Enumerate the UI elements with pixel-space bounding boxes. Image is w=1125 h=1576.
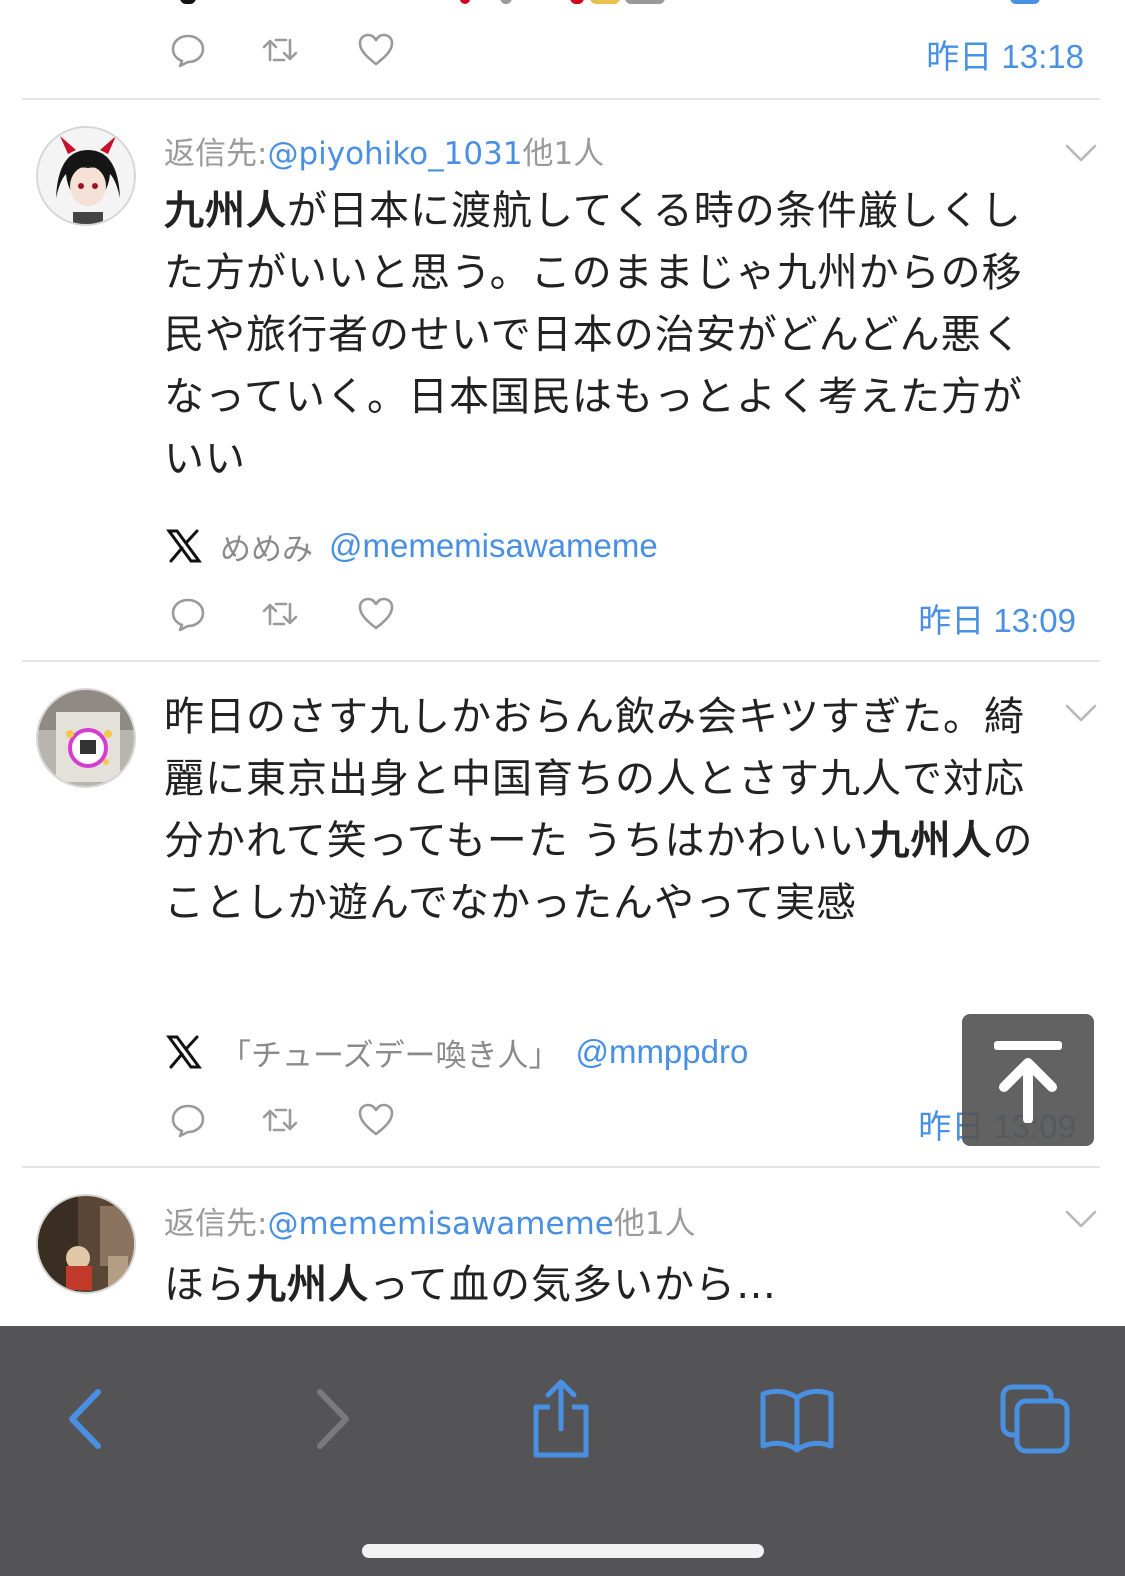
reply-to-line: 返信先:@piyohiko_1031他1人	[164, 128, 604, 173]
divider	[22, 1166, 1100, 1168]
tweet-source: めめみ @mememisawameme	[166, 524, 658, 568]
back-button[interactable]	[42, 1374, 132, 1464]
tweet-text: ほら九州人って血の気多いから…	[164, 1254, 1034, 1316]
source-display-name: 「チューズデー喚き人」	[220, 1037, 560, 1074]
tweet-source: 「チューズデー喚き人」 @mmppdro	[166, 1030, 748, 1074]
share-icon	[533, 1379, 589, 1458]
tweet-body: が日本に渡航してくる時の条件厳しくした方がいいと思う。このままじゃ九州からの移民…	[164, 188, 1023, 482]
avatar[interactable]	[36, 126, 136, 226]
tweet-text: 九州人が日本に渡航してくる時の条件厳しくした方がいいと思う。このままじゃ九州から…	[164, 180, 1034, 490]
tweet-timestamp[interactable]: 昨日 13:18	[926, 30, 1084, 78]
heart-icon[interactable]	[354, 592, 398, 636]
highlighted-keyword: 九州人	[164, 188, 287, 234]
tweet-text: 昨日のさす九しかおらん飲み会キツすぎた。綺麗に東京出身と中国育ちの人とさす九人で…	[164, 686, 1034, 934]
chevron-down-icon[interactable]	[1061, 140, 1101, 166]
home-indicator[interactable]	[362, 1544, 764, 1558]
tabs-button[interactable]	[990, 1374, 1080, 1464]
reply-to-prefix: 返信先:	[164, 136, 268, 172]
browser-toolbar	[0, 1326, 1125, 1576]
heart-icon[interactable]	[354, 1098, 398, 1142]
reply-to-line: 返信先:@mememisawameme他1人	[164, 1198, 696, 1243]
tweet-body-start: ほら	[164, 1262, 246, 1308]
highlighted-keyword: 九州人	[246, 1262, 369, 1308]
chevron-left-icon	[69, 1389, 101, 1449]
retweet-icon[interactable]	[258, 1098, 302, 1142]
previous-tweet-fragment	[170, 0, 1070, 10]
highlighted-keyword: 九州人	[869, 818, 993, 864]
tweet-timestamp[interactable]: 昨日 13:09	[918, 594, 1076, 642]
reply-to-handle-link[interactable]: @mememisawameme	[267, 1206, 613, 1242]
browser-viewport: 昨日 13:18 返信先:@piyohiko_1031他1人 九州人が日本に渡航…	[0, 0, 1125, 1576]
scroll-to-top-button[interactable]	[962, 1014, 1094, 1146]
x-logo-icon	[166, 529, 202, 563]
chevron-down-icon[interactable]	[1061, 700, 1101, 726]
retweet-icon[interactable]	[258, 592, 302, 636]
tweet-actions: 昨日 13:09	[166, 588, 1076, 639]
reply-bubble-icon[interactable]	[166, 592, 210, 636]
chevron-right-icon	[317, 1389, 349, 1449]
tweet-body-end: って血の気多いから…	[369, 1262, 777, 1308]
source-username-link[interactable]: @mememisawameme	[329, 527, 658, 565]
divider	[22, 98, 1100, 100]
forward-button[interactable]	[286, 1374, 376, 1464]
reply-to-handle-link[interactable]: @piyohiko_1031	[267, 136, 522, 172]
avatar[interactable]	[36, 1194, 136, 1294]
share-button[interactable]	[516, 1374, 606, 1464]
retweet-icon[interactable]	[258, 28, 302, 72]
tabs-icon	[1000, 1384, 1070, 1454]
source-username-link[interactable]: @mmppdro	[575, 1033, 748, 1071]
tweet-actions: 昨日 13:09	[166, 1094, 1076, 1145]
bookmarks-button[interactable]	[752, 1374, 842, 1464]
previous-tweet-actions: 昨日 13:18	[166, 24, 1084, 75]
chevron-down-icon[interactable]	[1061, 1206, 1101, 1232]
source-display-name: めめみ	[220, 531, 313, 568]
avatar[interactable]	[36, 688, 136, 788]
divider	[22, 660, 1100, 662]
reply-bubble-icon[interactable]	[166, 1098, 210, 1142]
arrow-up-to-top-icon	[994, 1041, 1062, 1123]
x-logo-icon	[166, 1035, 202, 1069]
heart-icon[interactable]	[354, 28, 398, 72]
book-icon	[760, 1388, 834, 1453]
reply-to-suffix: 他1人	[613, 1206, 696, 1242]
reply-to-suffix: 他1人	[522, 136, 605, 172]
reply-bubble-icon[interactable]	[166, 28, 210, 72]
reply-to-prefix: 返信先:	[164, 1206, 268, 1242]
